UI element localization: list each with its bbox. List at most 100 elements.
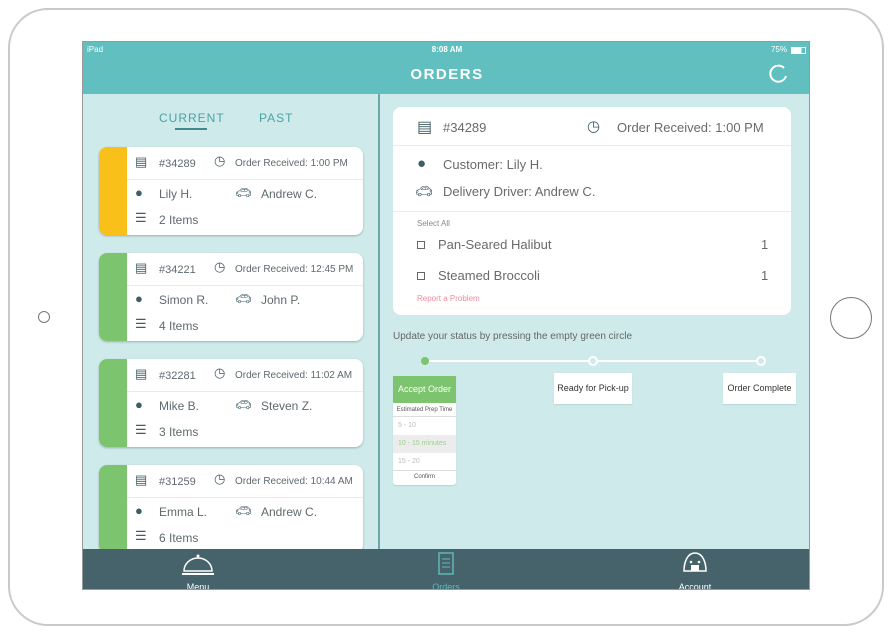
order-received: Order Received: 1:00 PM xyxy=(235,158,348,169)
tab-underline xyxy=(175,128,207,130)
battery-icon xyxy=(791,47,806,54)
car-icon: 🚗︎ xyxy=(415,183,433,199)
person-icon: ● xyxy=(135,185,143,200)
divider xyxy=(127,179,363,180)
prep-time-title: Estimated Prep Time xyxy=(393,403,456,417)
step-complete-circle[interactable] xyxy=(756,356,766,366)
prep-option-selected[interactable]: 10 - 15 minutes xyxy=(393,435,456,453)
driver-name: Andrew C. xyxy=(261,187,318,201)
prep-time-dropdown: Estimated Prep Time 5 - 10 10 - 15 minut… xyxy=(393,403,456,485)
orders-icon xyxy=(438,552,454,575)
receipt-icon: ▤ xyxy=(417,119,433,136)
order-received: Order Received: 11:02 AM xyxy=(235,370,353,381)
step-ready-circle[interactable] xyxy=(588,356,598,366)
confirm-button[interactable]: Confirm xyxy=(393,471,456,484)
list-icon: ☰ xyxy=(135,316,147,331)
order-status-strip xyxy=(99,359,127,447)
list-icon: ☰ xyxy=(135,210,147,225)
order-status-strip xyxy=(99,147,127,235)
person-icon: ● xyxy=(135,291,143,306)
item-name: Steamed Broccoli xyxy=(438,268,540,283)
item-checkbox[interactable] xyxy=(417,241,425,249)
car-icon: 🚗︎ xyxy=(235,185,252,200)
camera xyxy=(38,311,50,323)
customer-name: Simon R. xyxy=(159,293,209,307)
battery-percent: 75% xyxy=(770,45,787,54)
car-icon: 🚗︎ xyxy=(235,291,252,306)
clock: 8:08 AM xyxy=(431,45,463,54)
car-icon: 🚗︎ xyxy=(235,397,252,412)
order-detail-card: ▤ #34289 ◷ Order Received: 1:00 PM ● Cus… xyxy=(393,107,791,315)
item-count: 2 Items xyxy=(159,213,199,227)
tab-current[interactable]: CURRENT xyxy=(159,111,225,125)
clock-icon: ◷ xyxy=(214,471,226,486)
detail-received: Order Received: 1:00 PM xyxy=(617,120,764,135)
order-card[interactable]: ▤ #31259 ◷ Order Received: 10:44 AM ● Em… xyxy=(99,465,363,553)
customer-name: Lily H. xyxy=(159,187,193,201)
order-id: #34221 xyxy=(159,264,196,276)
item-qty: 1 xyxy=(761,237,769,252)
receipt-icon: ▤ xyxy=(135,260,148,275)
tab-menu[interactable]: Menu xyxy=(158,551,238,590)
divider xyxy=(127,497,363,498)
clock-icon: ◷ xyxy=(214,365,226,380)
order-card[interactable]: ▤ #34289 ◷ Order Received: 1:00 PM ● Lil… xyxy=(99,147,363,235)
receipt-icon: ▤ xyxy=(135,154,148,169)
divider xyxy=(127,285,363,286)
item-count: 6 Items xyxy=(159,531,199,545)
order-card[interactable]: ▤ #32281 ◷ Order Received: 11:02 AM ● Mi… xyxy=(99,359,363,447)
item-name: Pan-Seared Halibut xyxy=(438,237,552,252)
receipt-icon: ▤ xyxy=(135,472,148,487)
accept-order-button[interactable]: Accept Order xyxy=(393,376,456,403)
item-count: 4 Items xyxy=(159,319,199,333)
tab-label: Account xyxy=(678,582,712,590)
prep-option[interactable]: 5 - 10 xyxy=(393,417,456,435)
tab-past[interactable]: PAST xyxy=(259,111,293,125)
detail-driver: Delivery Driver: Andrew C. xyxy=(443,184,596,199)
report-problem-link[interactable]: Report a Problem xyxy=(417,294,480,303)
refresh-icon[interactable] xyxy=(769,64,789,84)
driver-name: John P. xyxy=(261,293,301,307)
driver-name: Andrew C. xyxy=(261,505,318,519)
status-instruction: Update your status by pressing the empty… xyxy=(393,331,633,342)
driver-name: Steven Z. xyxy=(261,399,313,413)
screen: iPad 8:08 AM 75% ORDERS CURRENT PAST ▤ #… xyxy=(82,41,810,590)
tab-account[interactable]: Account xyxy=(655,551,735,590)
order-complete-button[interactable]: Order Complete xyxy=(723,373,796,404)
tab-label: Menu xyxy=(186,582,210,590)
car-icon: 🚗︎ xyxy=(235,503,252,518)
header: iPad 8:08 AM 75% ORDERS xyxy=(83,42,809,94)
customer-name: Emma L. xyxy=(159,505,208,519)
home-button[interactable] xyxy=(830,297,872,339)
clock-icon: ◷ xyxy=(214,153,226,168)
tab-orders[interactable]: Orders xyxy=(406,551,486,589)
list-icon: ☰ xyxy=(135,422,147,437)
order-id: #32281 xyxy=(159,370,196,382)
order-received: Order Received: 12:45 PM xyxy=(235,264,354,275)
order-status-strip xyxy=(99,465,127,553)
tab-bar: Menu Orders Account xyxy=(83,549,809,590)
select-all[interactable]: Select All xyxy=(417,219,450,228)
order-id: #31259 xyxy=(159,476,196,488)
item-checkbox[interactable] xyxy=(417,272,425,280)
item-qty: 1 xyxy=(761,268,769,283)
step-accept-circle xyxy=(421,357,429,365)
page-title: ORDERS xyxy=(410,66,484,83)
divider xyxy=(127,391,363,392)
clock-icon: ◷ xyxy=(587,118,601,135)
item-count: 3 Items xyxy=(159,425,199,439)
panel-divider xyxy=(378,94,380,549)
detail-order-id: #34289 xyxy=(443,120,487,135)
person-icon: ● xyxy=(135,503,143,518)
account-icon xyxy=(683,552,707,572)
ready-for-pickup-button[interactable]: Ready for Pick-up xyxy=(554,373,632,404)
person-icon: ● xyxy=(135,397,143,412)
prep-option[interactable]: 15 - 20 xyxy=(393,453,456,471)
order-id: #34289 xyxy=(159,158,196,170)
customer-name: Mike B. xyxy=(159,399,200,413)
detail-customer: Customer: Lily H. xyxy=(443,157,543,172)
order-received: Order Received: 10:44 AM xyxy=(235,476,353,487)
divider xyxy=(393,211,791,212)
order-card[interactable]: ▤ #34221 ◷ Order Received: 12:45 PM ● Si… xyxy=(99,253,363,341)
clock-icon: ◷ xyxy=(214,259,226,274)
